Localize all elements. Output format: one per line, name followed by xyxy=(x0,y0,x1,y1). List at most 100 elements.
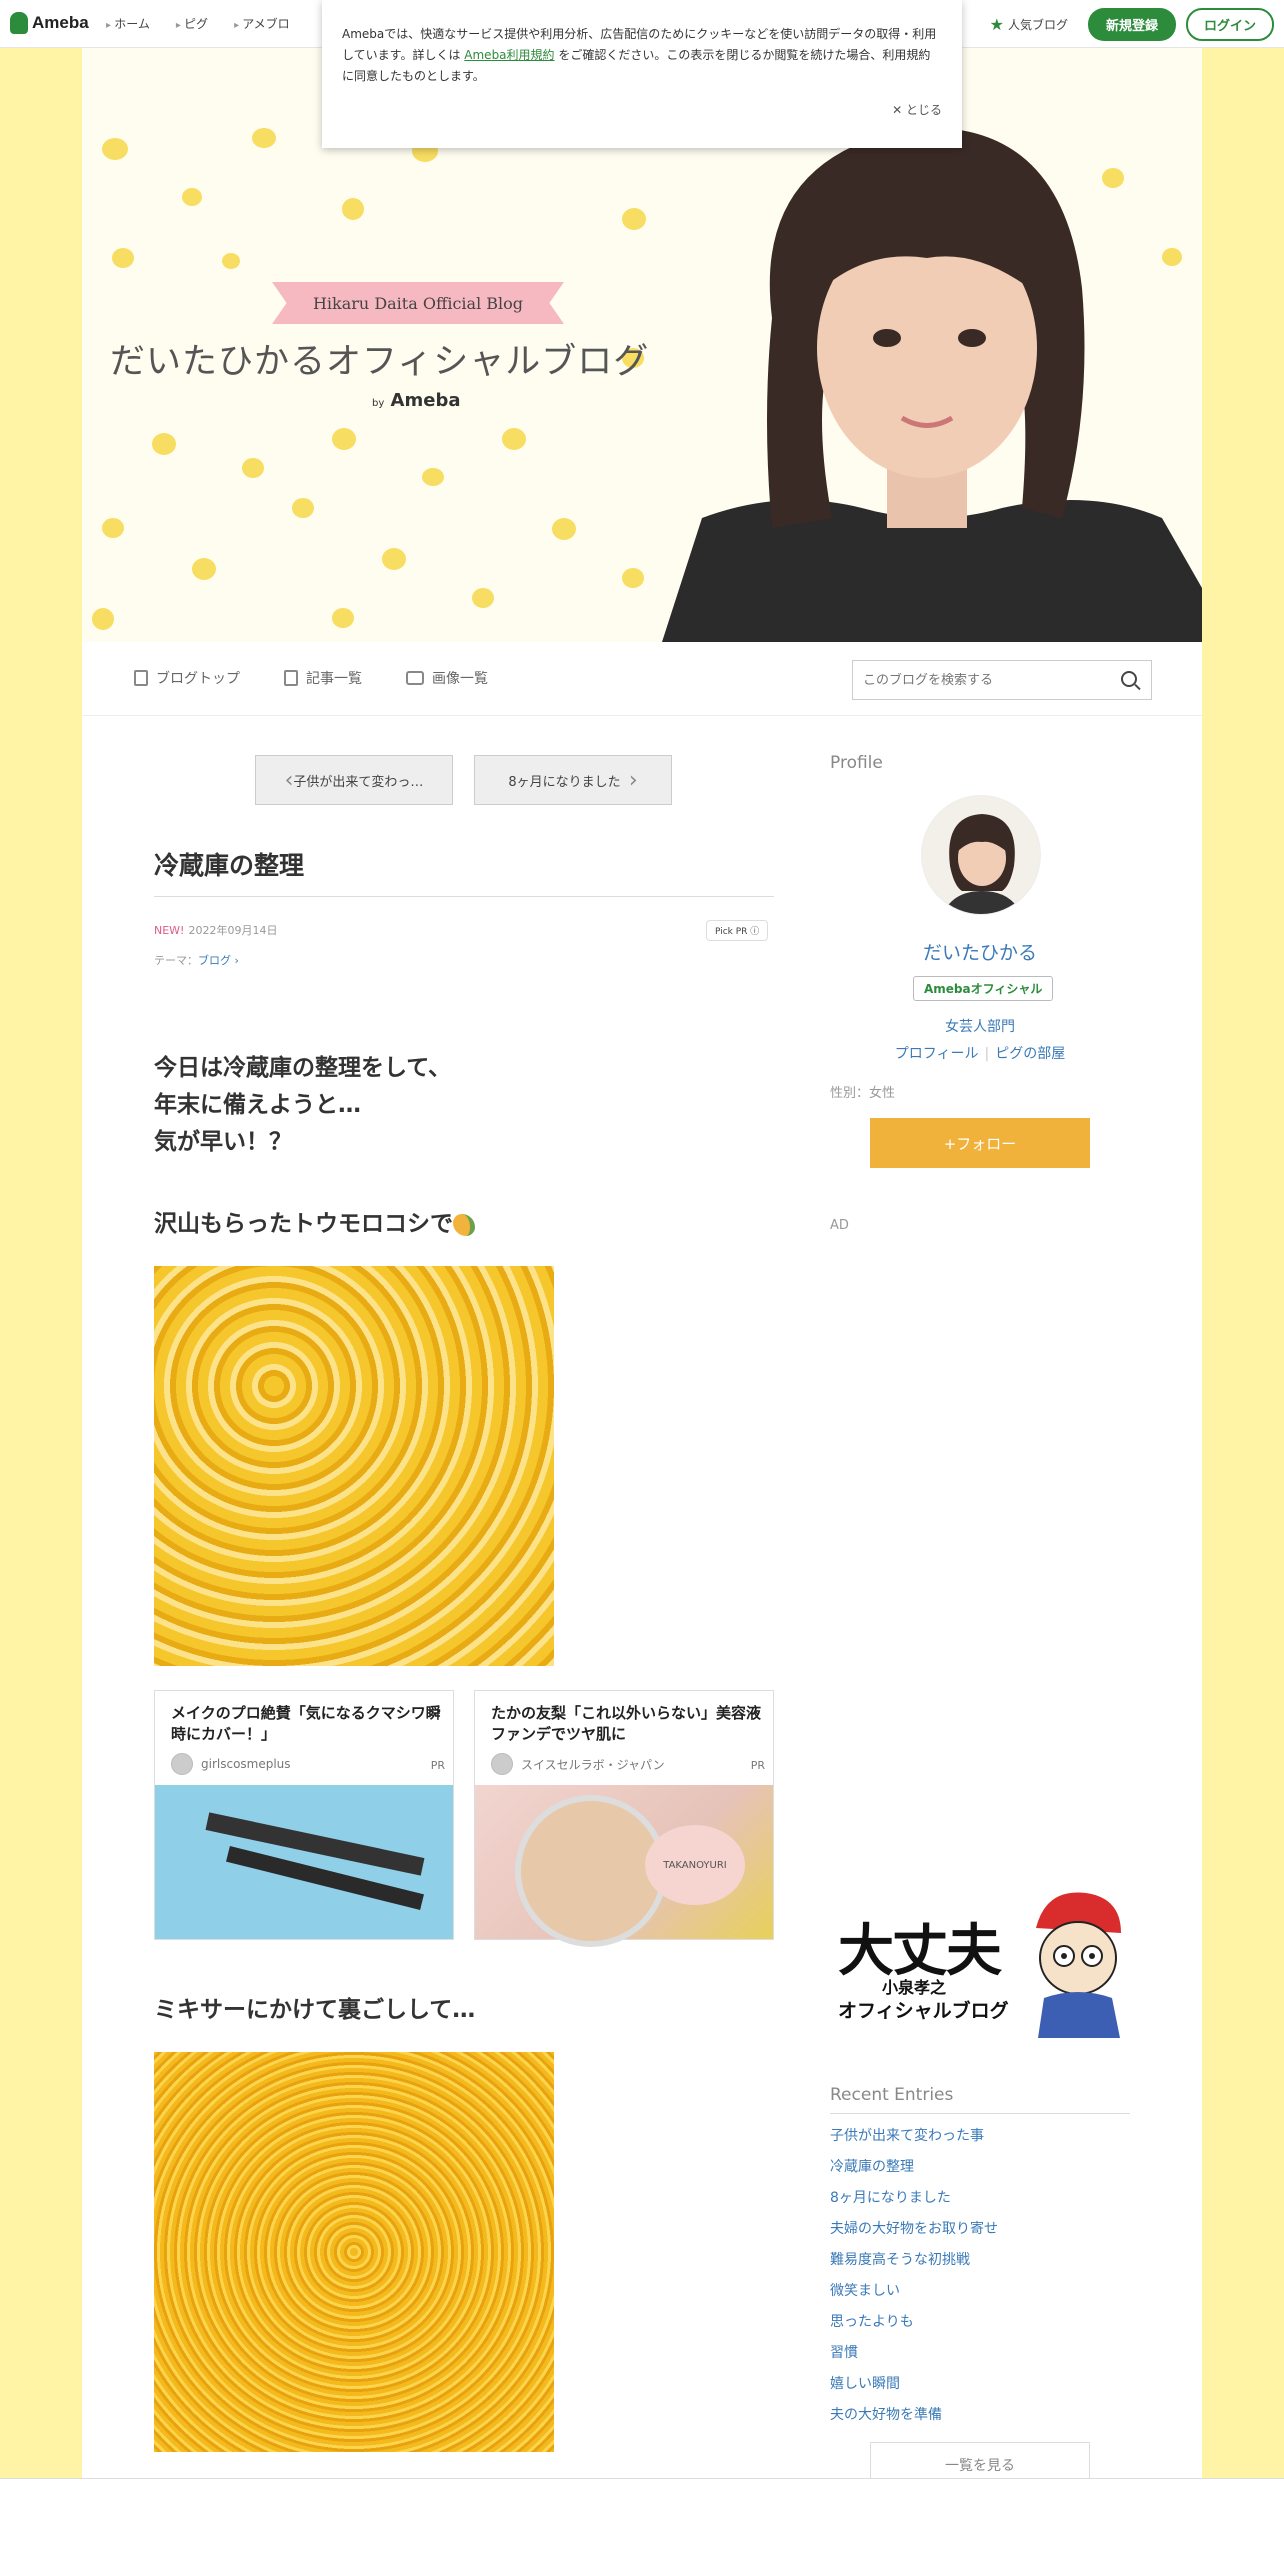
nav-image-list[interactable]: 画像一覧 xyxy=(406,668,488,688)
dot xyxy=(242,458,264,478)
dot xyxy=(472,588,494,608)
ad-headline: メイクのプロ絶賛「気になるクマシワ瞬時にカバー！」 xyxy=(171,1704,441,1743)
blog-subnav: ブログトップ 記事一覧 画像一覧 xyxy=(82,642,1202,716)
recent-divider xyxy=(830,2113,1130,2114)
strained-corn-photo[interactable] xyxy=(154,2052,554,2452)
corn-photo[interactable] xyxy=(154,1266,554,1666)
recent-entry-link[interactable]: 夫の大好物を準備 xyxy=(830,2404,998,2435)
recent-entry-link[interactable]: 夫婦の大好物をお取り寄せ xyxy=(830,2218,998,2249)
official-badge: Amebaオフィシャル xyxy=(913,976,1054,1001)
prev-entry-button[interactable]: ‹ 子供が出来て変わっ… xyxy=(255,755,453,805)
dot xyxy=(502,428,526,450)
ad-source: girlscosmeplus xyxy=(171,1753,291,1775)
dot xyxy=(332,608,354,628)
signup-button[interactable]: 新規登録 xyxy=(1087,8,1176,41)
nav-entry-list[interactable]: 記事一覧 xyxy=(284,668,362,688)
ad-image xyxy=(475,1785,773,1947)
dot xyxy=(332,428,356,450)
ad-source-name: girlscosmeplus xyxy=(201,1757,291,1771)
next-entry-button[interactable]: 8ヶ月になりました › xyxy=(474,755,672,805)
subheading-text: 沢山もらったトウモロコシで xyxy=(154,1211,453,1237)
cookie-close-button[interactable]: ✕ とじる xyxy=(892,100,942,121)
nav-blog-top[interactable]: ブログトップ xyxy=(134,668,240,688)
dot xyxy=(192,558,216,580)
entry-date: 2022年09月14日 xyxy=(188,924,278,937)
terms-link[interactable]: Ameba利用規約 xyxy=(464,48,554,62)
search-icon[interactable] xyxy=(1121,671,1137,687)
nav-ameblo[interactable]: アメブロ xyxy=(234,15,289,32)
recent-entry-link[interactable]: 微笑ましい xyxy=(830,2280,998,2311)
recent-entry-link[interactable]: 子供が出来て変わった事 xyxy=(830,2125,998,2156)
theme-label: テーマ： xyxy=(154,954,198,967)
ameba-frog-icon xyxy=(10,12,28,34)
chevron-left-icon: ‹ xyxy=(284,767,294,793)
recent-entry-link[interactable]: 嬉しい瞬間 xyxy=(830,2373,998,2404)
paragraph-line: 今日は冷蔵庫の整理をして、 xyxy=(154,1055,452,1081)
dot xyxy=(112,248,134,268)
nav-home[interactable]: ホーム xyxy=(106,15,150,32)
pick-pr-badge[interactable]: Pick PR ⓘ xyxy=(706,920,769,941)
pr-label: PR xyxy=(750,1759,765,1772)
recent-entry-link[interactable]: 習慣 xyxy=(830,2342,998,2373)
promo-character-illustration xyxy=(1036,1892,1121,2038)
popular-blog-link[interactable]: ★ 人気ブログ xyxy=(990,15,1068,34)
ameba-logo[interactable]: Ameba xyxy=(10,12,89,34)
copy-icon xyxy=(284,670,298,686)
blog-banner-ribbon: Hikaru Daita Official Blog xyxy=(272,282,564,324)
dot xyxy=(622,208,646,230)
recent-entry-link[interactable]: 難易度高そうな初挑戦 xyxy=(830,2249,998,2280)
nav-image-list-label: 画像一覧 xyxy=(432,671,488,687)
advertiser-avatar xyxy=(171,1753,193,1775)
dot xyxy=(292,498,314,518)
by-ameba-mark: by Ameba xyxy=(372,390,460,411)
promo-banner[interactable]: 大丈夫 小泉孝之 オフィシャルブログ xyxy=(830,1884,1130,2042)
profile-heading: Profile xyxy=(830,753,883,773)
recent-entry-link[interactable]: 思ったよりも xyxy=(830,2311,998,2342)
recent-entry-link[interactable]: 8ヶ月になりました xyxy=(830,2187,998,2218)
follow-button[interactable]: +フォロー xyxy=(870,1118,1090,1168)
nav-blog-top-label: ブログトップ xyxy=(156,671,240,687)
entry-title: 冷蔵庫の整理 xyxy=(154,851,305,880)
promo-subtitle: オフィシャルブログ xyxy=(838,2000,1009,2022)
dot xyxy=(552,518,576,540)
pigg-room-link[interactable]: ピグの部屋 xyxy=(995,1046,1065,1062)
logo-text: Ameba xyxy=(32,13,89,32)
paragraph-line: 気が早い！？ xyxy=(154,1128,292,1155)
dot xyxy=(182,188,202,206)
ad-card[interactable]: たかの友梨「これ以外いらない」美容液ファンデでツヤ肌に スイスセルラボ・ジャパン… xyxy=(474,1690,774,1947)
chevron-right-icon: › xyxy=(231,954,239,967)
next-entry-label: 8ヶ月になりました xyxy=(508,774,621,790)
dot xyxy=(622,568,644,588)
nav-pigg[interactable]: ピグ xyxy=(176,15,208,32)
title-divider xyxy=(154,896,774,897)
camera-icon xyxy=(406,671,424,685)
profile-name[interactable]: だいたひかる xyxy=(830,938,1130,965)
recent-entries-heading: Recent Entries xyxy=(830,2085,954,2105)
theme-link[interactable]: ブログ xyxy=(198,954,231,967)
ad-card[interactable]: メイクのプロ絶賛「気になるクマシワ瞬時にカバー！」 girlscosmeplus… xyxy=(154,1690,454,1940)
login-button[interactable]: ログイン xyxy=(1185,8,1274,41)
header-portrait-photo xyxy=(662,127,1202,642)
profile-link[interactable]: プロフィール xyxy=(895,1046,979,1062)
blog-search xyxy=(852,660,1152,700)
genre-link[interactable]: 女芸人部門 xyxy=(830,1016,1130,1036)
nav-entry-list-label: 記事一覧 xyxy=(306,671,362,687)
entry-subheading: 沢山もらったトウモロコシで xyxy=(154,1204,475,1238)
entry-meta: NEW! 2022年09月14日 xyxy=(154,922,277,938)
profile-avatar[interactable] xyxy=(921,795,1041,915)
entry-paragraph: 今日は冷蔵庫の整理をして、 年末に備えようと… 気が早い！？ xyxy=(154,1050,451,1160)
dot xyxy=(382,548,406,570)
promo-name: 小泉孝之 xyxy=(882,1978,947,1997)
dot xyxy=(252,128,276,148)
dot xyxy=(92,608,114,630)
link-separator: | xyxy=(984,1046,990,1062)
advertiser-avatar xyxy=(491,1753,513,1775)
profile-links: プロフィール | ピグの部屋 xyxy=(830,1043,1130,1063)
paragraph-line: 年末に備えようと… xyxy=(154,1091,361,1118)
gender-text: 性別：女性 xyxy=(830,1086,896,1101)
subnav-items: ブログトップ 記事一覧 画像一覧 xyxy=(134,668,488,688)
blog-search-input[interactable] xyxy=(863,672,1103,688)
dot xyxy=(222,253,240,269)
recent-entry-link[interactable]: 冷蔵庫の整理 xyxy=(830,2156,998,2187)
ad-source: スイスセルラボ・ジャパン xyxy=(491,1753,665,1775)
